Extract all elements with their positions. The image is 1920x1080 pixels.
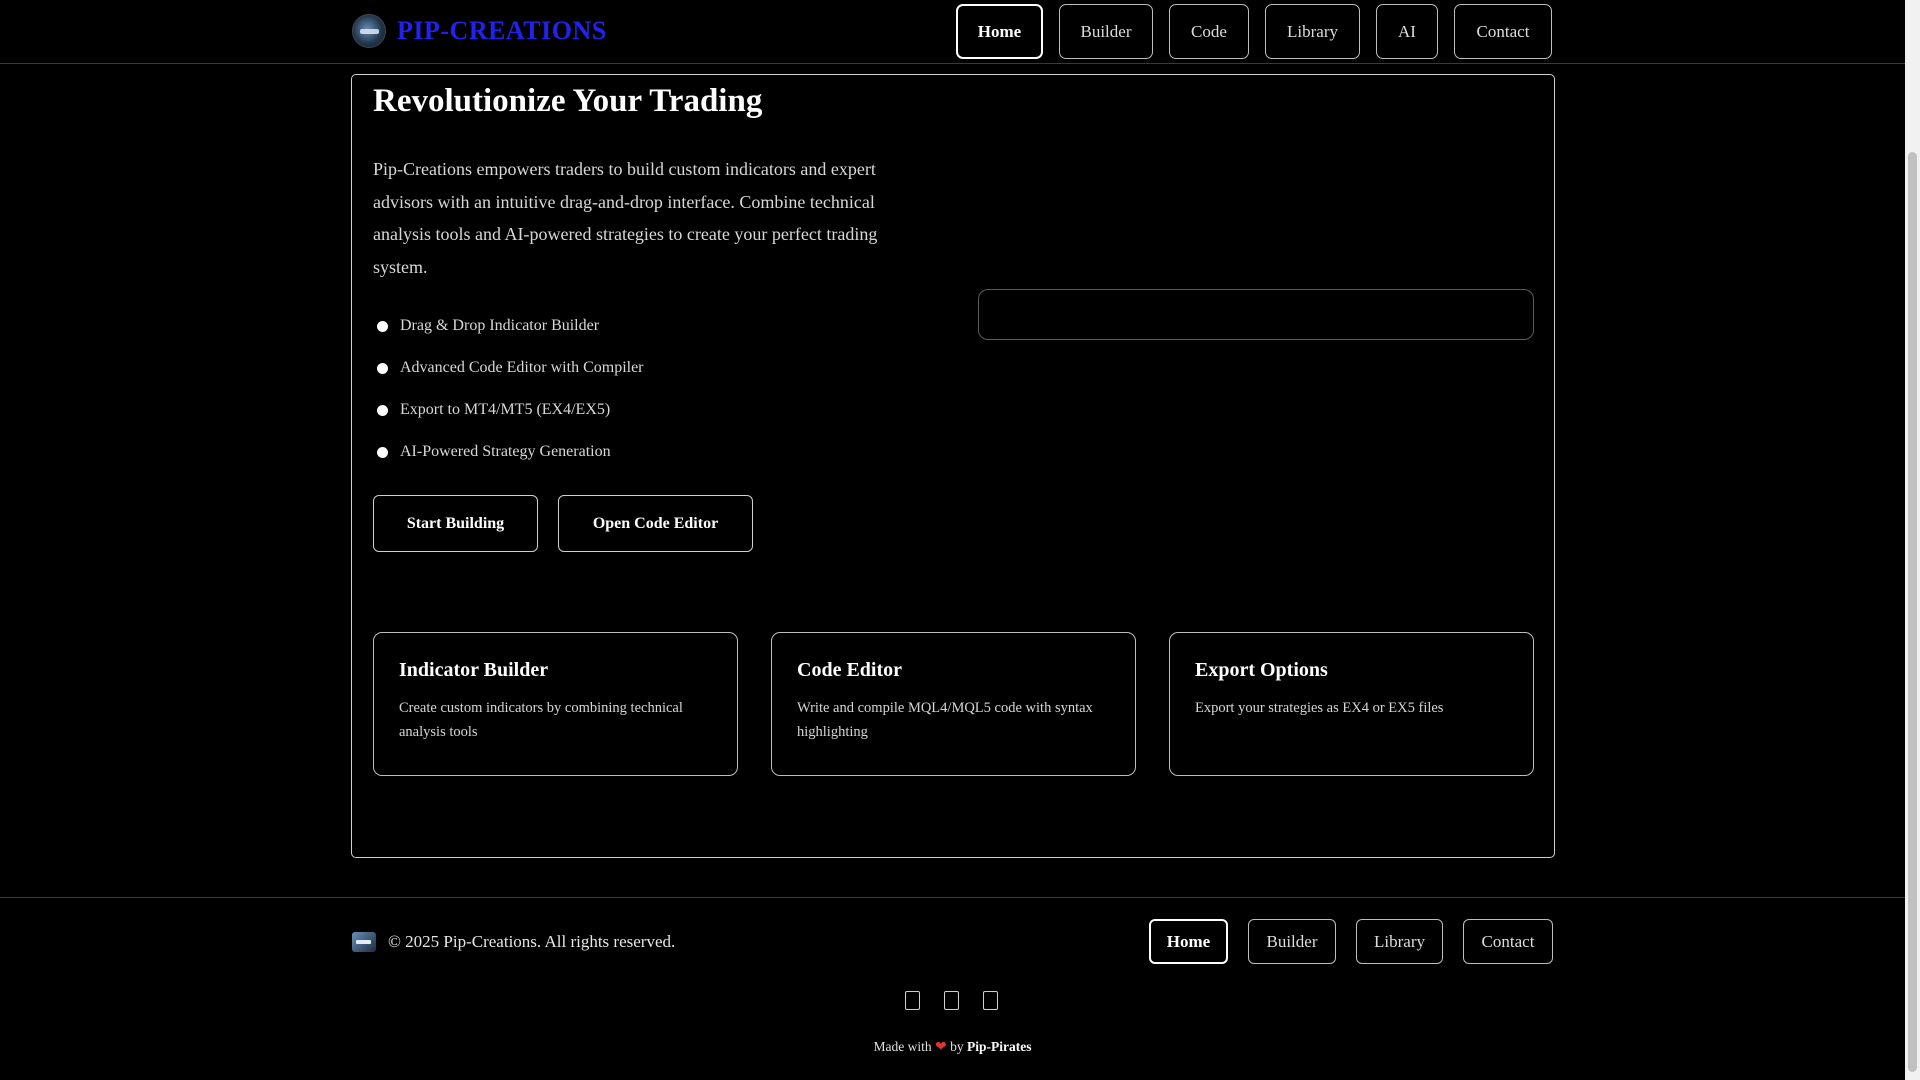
hero-title: Revolutionize Your Trading xyxy=(373,83,763,119)
card-title: Indicator Builder xyxy=(399,659,549,681)
scrollbar-thumb[interactable] xyxy=(1908,152,1917,1072)
card-code-editor[interactable]: Code Editor Write and compile MQL4/MQL5 … xyxy=(771,632,1136,776)
footer-home-button[interactable]: Home xyxy=(1149,919,1228,964)
brand-link[interactable]: PIP-CREATIONS xyxy=(352,14,607,48)
copyright-text: © 2025 Pip-Creations. All rights reserve… xyxy=(388,932,676,951)
feature-item: Drag & Drop Indicator Builder xyxy=(373,305,644,347)
social-icon[interactable] xyxy=(905,991,920,1010)
footer-contact-button[interactable]: Contact xyxy=(1463,919,1553,964)
card-title: Code Editor xyxy=(797,659,902,681)
heart-icon: ❤ xyxy=(935,1039,947,1055)
feature-cards: Indicator Builder Create custom indicato… xyxy=(373,632,1534,776)
bullet-icon xyxy=(377,362,388,374)
main-nav: Home Builder Code Library AI Contact xyxy=(956,4,1552,59)
nav-home-button[interactable]: Home xyxy=(956,4,1043,59)
footer: © 2025 Pip-Creations. All rights reserve… xyxy=(0,897,1905,1080)
page-scrollbar[interactable] xyxy=(1905,0,1920,1080)
feature-label: Export to MT4/MT5 (EX4/EX5) xyxy=(400,401,611,418)
card-text: Write and compile MQL4/MQL5 code with sy… xyxy=(797,700,1093,740)
feature-item: AI-Powered Strategy Generation xyxy=(373,431,644,473)
social-links xyxy=(905,991,998,1010)
start-building-button[interactable]: Start Building xyxy=(373,495,538,552)
hero-section: Revolutionize Your Trading Pip-Creations… xyxy=(351,74,1555,858)
feature-label: AI-Powered Strategy Generation xyxy=(400,443,611,460)
card-title: Export Options xyxy=(1195,659,1328,681)
card-export-options[interactable]: Export Options Export your strategies as… xyxy=(1169,632,1534,776)
footer-builder-button[interactable]: Builder xyxy=(1248,919,1336,964)
nav-contact-button[interactable]: Contact xyxy=(1454,4,1552,59)
social-icon[interactable] xyxy=(983,991,998,1010)
feature-item: Advanced Code Editor with Compiler xyxy=(373,347,644,389)
footer-logo xyxy=(352,932,376,952)
author-link[interactable]: Pip-Pirates xyxy=(967,1039,1031,1054)
top-navbar: PIP-CREATIONS Home Builder Code Library … xyxy=(0,0,1905,64)
feature-label: Drag & Drop Indicator Builder xyxy=(400,317,600,334)
by-text: by xyxy=(950,1039,964,1054)
made-with-text: Made with xyxy=(873,1039,932,1054)
brand-name: PIP-CREATIONS xyxy=(397,16,607,45)
bullet-icon xyxy=(377,446,388,458)
footer-brand: © 2025 Pip-Creations. All rights reserve… xyxy=(352,932,675,952)
nav-ai-button[interactable]: AI xyxy=(1376,4,1438,59)
nav-library-button[interactable]: Library xyxy=(1265,4,1360,59)
feature-item: Export to MT4/MT5 (EX4/EX5) xyxy=(373,389,644,431)
feature-list: Drag & Drop Indicator Builder Advanced C… xyxy=(373,305,644,473)
nav-builder-button[interactable]: Builder xyxy=(1059,4,1153,59)
nav-code-button[interactable]: Code xyxy=(1169,4,1249,59)
hero-preview-field[interactable] xyxy=(978,289,1534,340)
open-code-editor-button[interactable]: Open Code Editor xyxy=(558,495,753,552)
made-with-credit: Made with ❤ by Pip-Pirates xyxy=(0,1039,1905,1055)
bullet-icon xyxy=(377,404,388,416)
card-indicator-builder[interactable]: Indicator Builder Create custom indicato… xyxy=(373,632,738,776)
feature-label: Advanced Code Editor with Compiler xyxy=(400,359,644,376)
brand-logo xyxy=(352,14,386,48)
bullet-icon xyxy=(377,320,388,332)
footer-nav: Home Builder Library Contact xyxy=(1149,919,1553,964)
card-text: Create custom indicators by combining te… xyxy=(399,700,683,740)
card-text: Export your strategies as EX4 or EX5 fil… xyxy=(1195,700,1444,716)
social-icon[interactable] xyxy=(944,991,959,1010)
footer-library-button[interactable]: Library xyxy=(1356,919,1443,964)
hero-description: Pip-Creations empowers traders to build … xyxy=(373,159,878,277)
